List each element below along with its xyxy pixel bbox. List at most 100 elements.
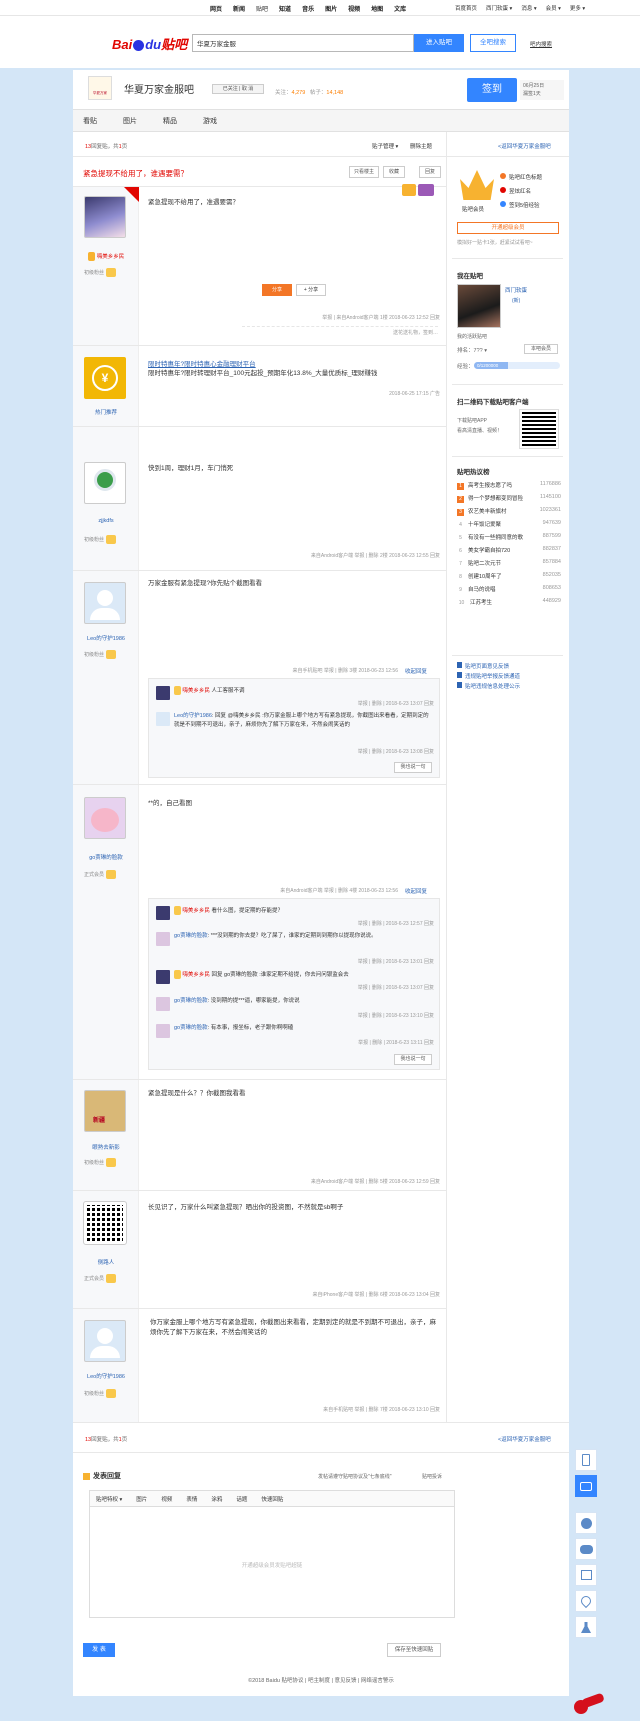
hot-topic-title[interactable]: 得一个梦想都变同冒险	[468, 496, 523, 502]
avatar[interactable]	[83, 1201, 127, 1245]
hot-topic-title[interactable]: 高考生报志愿了吗	[468, 483, 512, 489]
sub-reply-user[interactable]: 嗨美乡乡民	[182, 688, 210, 694]
share-button[interactable]: + 分享	[296, 284, 326, 296]
back-to-forum-link[interactable]: <返回华夏万家金服吧	[498, 1435, 551, 1443]
my-username[interactable]: 西门软蛋	[505, 286, 527, 294]
reply-more-button[interactable]: 我也说一句	[394, 1054, 432, 1065]
avatar[interactable]	[84, 462, 126, 504]
hot-topic-item[interactable]: 10 江苏考生 448929	[457, 598, 561, 611]
forum-member-button[interactable]: 本吧会员	[524, 344, 558, 354]
user-menu[interactable]: 西门软蛋 ▾	[486, 4, 512, 12]
sub-avatar[interactable]	[156, 712, 170, 726]
hot-topic-title[interactable]: 自马的说唱	[468, 587, 496, 593]
nav-zhidao[interactable]: 知道	[279, 4, 291, 13]
emoji-tool[interactable]: 表情	[186, 1495, 197, 1503]
username-text[interactable]: 嗨美乡乡民	[97, 254, 125, 260]
collapse-replies-link[interactable]: 收起回复	[405, 667, 427, 675]
hot-topic-title[interactable]: 江苏考生	[470, 600, 492, 606]
delete-thread-link[interactable]: 删除主题	[410, 142, 432, 150]
nav-map[interactable]: 地图	[371, 4, 383, 13]
sub-avatar[interactable]	[156, 970, 170, 984]
report-link[interactable]: 违规贴吧举报反馈通道	[457, 672, 520, 682]
tab-posts[interactable]: 看贴	[83, 116, 97, 125]
submit-reply-button[interactable]: 发 表	[83, 1643, 115, 1657]
hot-topic-item[interactable]: 7 贴吧二次元节 857884	[457, 559, 561, 572]
lab-float-button[interactable]	[575, 1616, 597, 1638]
member-menu[interactable]: 会员 ▾	[546, 4, 561, 12]
complaint-link[interactable]: 贴吧投诉	[422, 1473, 442, 1480]
nav-music[interactable]: 音乐	[302, 4, 314, 13]
sub-reply-user[interactable]: Leo的守护1986	[174, 713, 212, 719]
nav-video[interactable]: 视频	[348, 4, 360, 13]
share-weibo-button[interactable]: 分享	[262, 284, 292, 296]
hot-topic-item[interactable]: 6 美女学霸自拍720 882837	[457, 546, 561, 559]
sub-reply-user[interactable]: 嗨美乡乡民	[182, 908, 210, 914]
search-input[interactable]: 华夏万家金服	[192, 34, 414, 52]
hot-topic-item[interactable]: 2 得一个梦想都变同冒险 1145100	[457, 494, 561, 507]
hot-topic-item[interactable]: 5 有没有一些拥同意的歌 887599	[457, 533, 561, 546]
reply-button[interactable]: 回复	[419, 166, 441, 178]
sub-reply-user[interactable]: go贾琳的脸款	[174, 933, 208, 939]
notice-link[interactable]: 贴吧违规信息处理公示	[457, 682, 520, 692]
hot-topic-title[interactable]: 农艺美丰新旗村	[468, 509, 507, 515]
only-op-button[interactable]: 只看楼主	[349, 166, 379, 178]
avatar[interactable]	[84, 196, 126, 238]
tab-featured[interactable]: 精品	[163, 116, 177, 125]
unfollow-label[interactable]: 取 消	[242, 86, 253, 92]
sub-reply-user[interactable]: go贾琳的脸款	[174, 1025, 208, 1031]
hot-topic-item[interactable]: 8 创建10周年了 852035	[457, 572, 561, 585]
collapse-replies-link[interactable]: 收起回复	[405, 887, 427, 895]
cannon-icon[interactable]	[572, 1692, 605, 1714]
reply-textarea[interactable]: 开通超级会员发贴吧超链	[89, 1506, 455, 1618]
avatar[interactable]	[84, 797, 126, 839]
sub-avatar[interactable]	[156, 932, 170, 946]
username[interactable]: 侧路人	[74, 1258, 138, 1266]
nav-tieba[interactable]: 贴吧	[256, 4, 268, 13]
video-tool[interactable]: 视频	[161, 1495, 172, 1503]
rank-value[interactable]: 7?? ▾	[474, 348, 487, 354]
avatar[interactable]	[84, 582, 126, 624]
hot-topic-title[interactable]: 创建10周年了	[468, 574, 502, 580]
username[interactable]: 嗨美乡乡民	[74, 252, 138, 262]
global-search-button[interactable]: 全吧搜索	[470, 34, 516, 52]
sub-reply-user[interactable]: 嗨美乡乡民	[182, 972, 210, 978]
game-float-button[interactable]	[575, 1538, 597, 1560]
hot-topic-item[interactable]: 4 十年饭记爱聚 947639	[457, 520, 561, 533]
hot-topic-title[interactable]: 美女学霸自拍720	[468, 548, 510, 554]
sub-reply-user[interactable]: go贾琳的脸款	[174, 998, 208, 1004]
notice-link-text[interactable]: 贴吧违规信息处理公示	[465, 684, 520, 690]
avatar[interactable]	[84, 1320, 126, 1362]
thread-manage-link[interactable]: 贴子管理 ▾	[372, 142, 398, 150]
baidu-home-link[interactable]: 百度首页	[455, 4, 477, 12]
advanced-search-link[interactable]: 吧内搜索	[530, 40, 552, 48]
hot-topic-item[interactable]: 1 高考生报志愿了吗 1176886	[457, 481, 561, 494]
nav-news[interactable]: 新闻	[233, 4, 245, 13]
share-float-button[interactable]	[575, 1564, 597, 1586]
topic-tool[interactable]: 话题	[236, 1495, 247, 1503]
followed-button[interactable]: 已关注 | 取 消	[212, 84, 264, 94]
report-link-text[interactable]: 违规贴吧举报反馈通道	[465, 674, 520, 680]
hot-topic-title[interactable]: 十年饭记爱聚	[468, 522, 501, 528]
privilege-menu[interactable]: 贴吧特权 ▾	[96, 1495, 122, 1503]
paw-float-button[interactable]	[575, 1512, 597, 1534]
nav-image[interactable]: 图片	[325, 4, 337, 13]
username[interactable]: Leo的守护1986	[74, 634, 138, 642]
tab-images[interactable]: 图片	[123, 116, 137, 125]
collect-button[interactable]: 收藏	[383, 166, 405, 178]
username[interactable]: Leo的守护1986	[74, 1372, 138, 1380]
save-quick-reply-button[interactable]: 保存至快速回贴	[387, 1643, 441, 1657]
nav-wenku[interactable]: 文库	[394, 4, 406, 13]
message-menu[interactable]: 消息 ▾	[521, 4, 536, 12]
username[interactable]: zjjkdfs	[74, 518, 138, 524]
ad-avatar[interactable]: ¥	[84, 357, 126, 399]
feedback-float-button[interactable]	[575, 1475, 597, 1497]
like-float-button[interactable]	[575, 1590, 597, 1612]
enter-forum-button[interactable]: 进入贴吧	[414, 34, 464, 52]
nav-web[interactable]: 网页	[210, 4, 222, 13]
forum-name[interactable]: 华夏万家金服吧	[124, 81, 194, 96]
rules-link[interactable]: 发帖请遵守贴吧协议及"七条底线"	[318, 1473, 392, 1480]
my-username-text[interactable]: 西门软蛋	[505, 288, 527, 294]
sub-avatar[interactable]	[156, 686, 170, 700]
hot-topic-item[interactable]: 3 农艺美丰新旗村 1023361	[457, 507, 561, 520]
sign-in-button[interactable]: 签到	[467, 78, 517, 102]
